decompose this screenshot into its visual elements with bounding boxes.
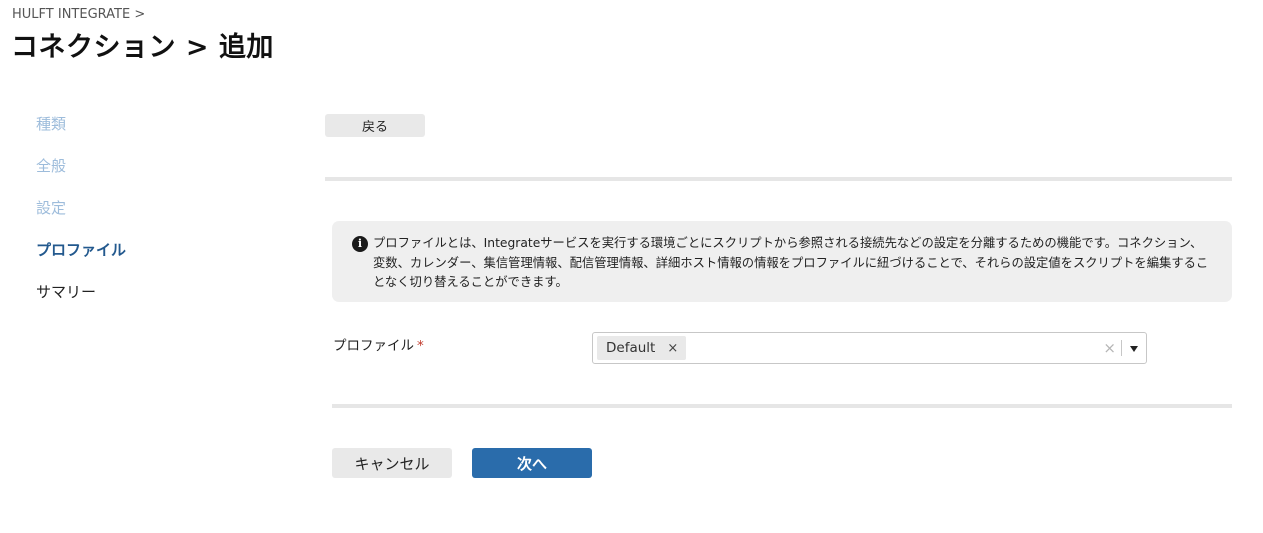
info-icon: i: [352, 236, 368, 252]
select-separator: [1121, 340, 1122, 356]
clear-icon[interactable]: ×: [1103, 339, 1116, 357]
top-divider: [325, 177, 1232, 181]
chevron-down-icon[interactable]: [1130, 346, 1138, 352]
next-button[interactable]: 次へ: [472, 448, 592, 478]
profile-select[interactable]: Default × ×: [592, 332, 1147, 364]
required-mark: *: [417, 338, 424, 354]
step-general[interactable]: 全般: [36, 156, 126, 198]
wizard-steps: 種類 全般 設定 プロファイル サマリー: [36, 114, 126, 324]
cancel-button[interactable]: キャンセル: [332, 448, 452, 478]
step-summary: サマリー: [36, 283, 97, 301]
profile-label-text: プロファイル: [333, 338, 414, 354]
info-text: プロファイルとは、Integrateサービスを実行する環境ごとにスクリプトから参…: [373, 236, 1209, 289]
page-title: コネクション > 追加: [11, 32, 274, 63]
bottom-divider: [332, 404, 1232, 408]
step-settings[interactable]: 設定: [36, 198, 126, 240]
step-profile[interactable]: プロファイル: [36, 240, 126, 282]
info-message: i プロファイルとは、Integrateサービスを実行する環境ごとにスクリプトか…: [332, 221, 1232, 302]
chip-remove-icon[interactable]: ×: [667, 341, 678, 356]
breadcrumb[interactable]: HULFT INTEGRATE >: [12, 7, 145, 22]
profile-chip-label: Default: [606, 340, 656, 356]
profile-chip-default: Default ×: [597, 336, 687, 360]
step-type[interactable]: 種類: [36, 114, 126, 156]
profile-field-label: プロファイル *: [333, 334, 424, 354]
back-button[interactable]: 戻る: [325, 114, 425, 137]
